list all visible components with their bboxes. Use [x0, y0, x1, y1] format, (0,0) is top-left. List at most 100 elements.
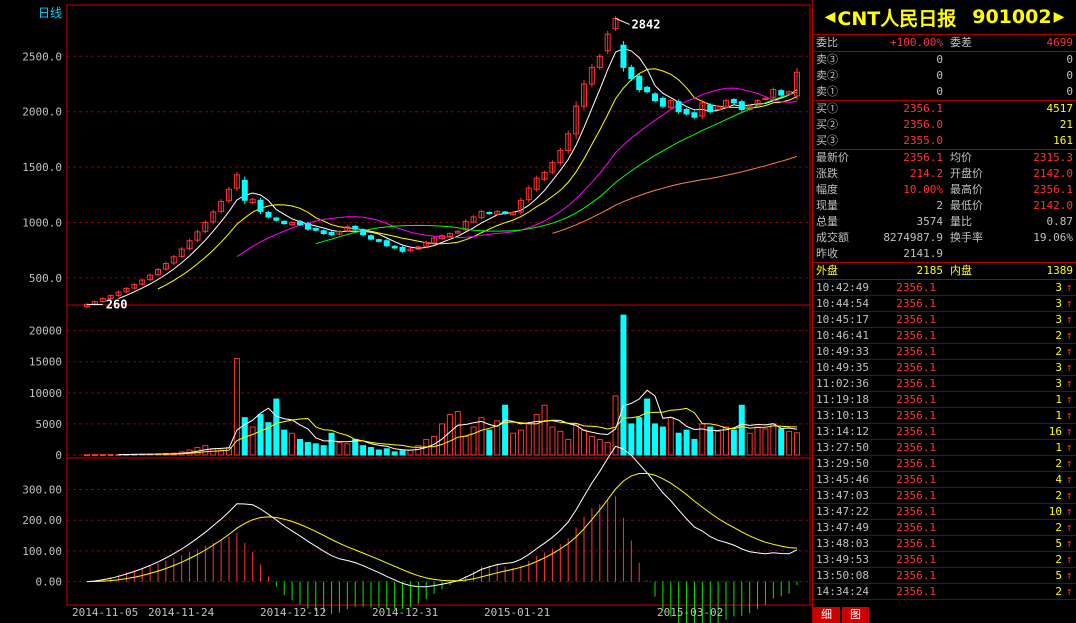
tick-volume: 2	[1055, 521, 1062, 534]
tick-volume: 2	[1055, 345, 1062, 358]
tick-price: 2356.1	[896, 345, 936, 358]
candle	[486, 211, 493, 215]
volume-tick-label: 5000	[36, 418, 63, 431]
up-arrow-icon: ↑	[1065, 361, 1073, 374]
tick-row: 11:02:36 2356.1 3 ↑	[813, 376, 1076, 392]
tick-volume: 2	[1055, 329, 1062, 342]
volume-bar	[652, 423, 658, 456]
tick-volume: 3	[1055, 313, 1062, 326]
tick-time: 13:49:53	[816, 553, 869, 566]
tick-price: 2356.1	[896, 457, 936, 470]
volume-bar	[297, 438, 303, 456]
volume-bar	[478, 417, 485, 456]
volume-bar	[738, 404, 745, 456]
candle	[312, 228, 319, 231]
stat-value: 2315.3	[1033, 151, 1073, 164]
volume-bar	[107, 454, 114, 457]
macd-tick-label: 200.00	[22, 514, 62, 527]
stat-value	[994, 246, 1076, 262]
volume-bar	[778, 428, 785, 456]
up-arrow-icon: ↑	[1065, 281, 1073, 294]
tick-price: 2356.1	[896, 489, 936, 502]
tick-time: 11:19:18	[816, 393, 869, 406]
volume-bar	[517, 429, 524, 456]
volume-bar	[99, 454, 106, 457]
sell-label: 卖②	[816, 69, 838, 82]
stat-label: 昨收	[816, 247, 838, 260]
volume-bar	[210, 448, 217, 456]
prev-stock-icon[interactable]: ◀	[825, 9, 836, 25]
tick-row: 13:45:46 2356.1 4 ↑	[813, 472, 1076, 488]
tick-row: 10:49:33 2356.1 2 ↑	[813, 344, 1076, 360]
candle	[652, 93, 658, 102]
tick-volume: 16	[1048, 425, 1062, 438]
buy-row: 买② 2356.0 21	[813, 117, 1076, 133]
tick-volume: 2	[1055, 553, 1062, 566]
waipan-value: 2185	[916, 264, 944, 277]
volume-bar	[462, 435, 469, 456]
tick-price: 2356.1	[896, 441, 936, 454]
stat-value: 2356.1	[903, 151, 943, 164]
sell-volume: 0	[1066, 53, 1073, 66]
sell-row: 卖③ 0 0	[813, 52, 1076, 68]
panel-tabs: 细 图	[813, 607, 871, 623]
up-arrow-icon: ↑	[1065, 585, 1073, 598]
buy-price: 2355.0	[903, 134, 943, 147]
date-tick-label: 2015-01-21	[484, 606, 550, 619]
macd-tick-label: 100.00	[22, 545, 62, 558]
volume-bar	[715, 430, 722, 456]
volume-bar	[794, 432, 800, 456]
candle	[691, 112, 698, 118]
candle	[383, 240, 390, 247]
candle	[620, 44, 627, 68]
volume-bar	[502, 404, 509, 456]
candle	[644, 86, 651, 93]
stat-label: 量比	[950, 215, 972, 228]
tick-time: 13:47:22	[816, 505, 869, 518]
volume-bar	[691, 438, 698, 456]
tick-row: 13:29:50 2356.1 2 ↑	[813, 456, 1076, 472]
candle	[352, 225, 359, 230]
stat-value: 2142.0	[1033, 167, 1073, 180]
buy-orders: 买① 2356.1 4517 买② 2356.0 21 买③ 2355.0 161	[813, 101, 1076, 150]
volume-bar	[754, 426, 761, 456]
kline-chart[interactable]: 日线 2500.0 2000.0 1500.0 1000.0 500.0 260 2842 20…	[0, 0, 812, 623]
up-arrow-icon: ↑	[1065, 297, 1073, 310]
tick-time: 10:44:54	[816, 297, 869, 310]
volume-bar	[730, 429, 737, 456]
candle	[738, 101, 745, 110]
tab-chart[interactable]: 图	[842, 607, 869, 623]
tick-time: 11:02:36	[816, 377, 869, 390]
volume-bar	[91, 454, 98, 457]
candle	[707, 104, 714, 113]
volume-bar	[557, 430, 564, 456]
next-stock-icon[interactable]: ▶	[1054, 9, 1065, 25]
volume-bar	[510, 432, 516, 456]
weibi-label: 委比	[816, 36, 838, 49]
volume-bar	[320, 445, 327, 456]
weicha-value: 4699	[1046, 36, 1074, 49]
stat-row: 成交额 8274987.9 换手率 19.06%	[813, 230, 1076, 246]
stat-label: 总量	[816, 215, 838, 228]
buy-label: 买③	[816, 134, 838, 147]
price-tick-label: 500.0	[29, 272, 62, 285]
kline-chart-area[interactable]: 日线 2500.0 2000.0 1500.0 1000.0 500.0 260 2842 20…	[0, 0, 812, 623]
tick-volume: 2	[1055, 585, 1062, 598]
sell-label: 卖③	[816, 53, 838, 66]
neipan-label: 内盘	[950, 264, 972, 277]
volume-tick-label: 20000	[29, 325, 62, 338]
stat-value: 2141.9	[903, 247, 943, 260]
tick-volume: 1	[1055, 441, 1062, 454]
tick-list[interactable]: 10:42:49 2356.1 3 ↑ 10:44:54 2356.1 3 ↑ 10:45:17…	[813, 280, 1076, 615]
weibi-row: 委比 +100.00% 委差 4699	[813, 35, 1076, 51]
volume-bar	[383, 448, 390, 456]
volume-bar	[596, 438, 603, 456]
volume-bar	[446, 414, 453, 456]
volume-ma-line	[157, 407, 798, 455]
candle	[297, 220, 303, 226]
volume-bar	[581, 429, 587, 456]
volume-bar	[84, 454, 90, 457]
volume-bar	[375, 449, 382, 456]
tab-detail[interactable]: 细	[813, 607, 840, 623]
sell-price: 0	[936, 85, 943, 98]
